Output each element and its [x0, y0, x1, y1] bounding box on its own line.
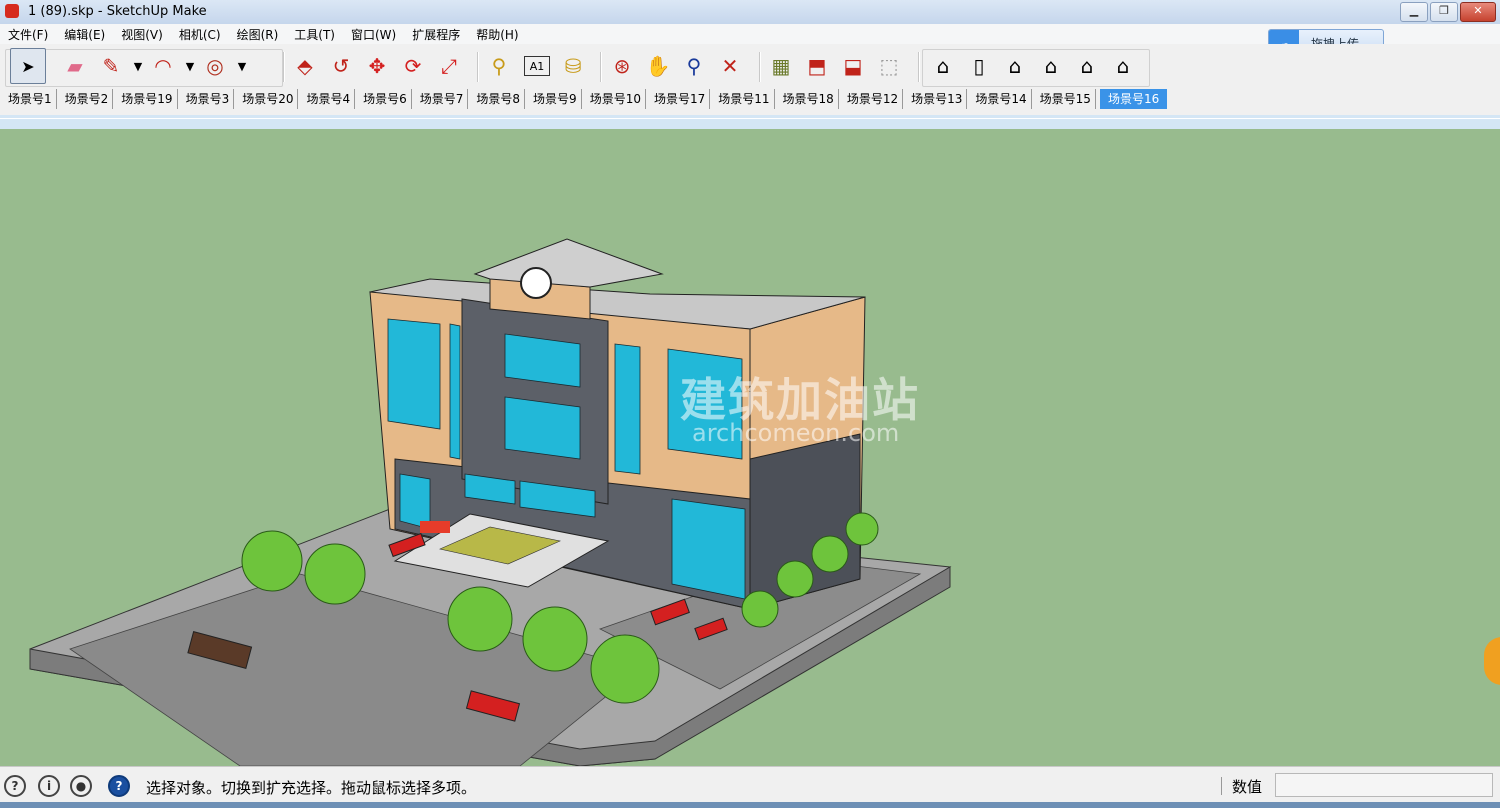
pan-hand-icon[interactable]: ✋	[641, 49, 675, 83]
minimize-button[interactable]: ▁	[1400, 2, 1428, 22]
3d-warehouse-icon[interactable]: ▦	[764, 49, 798, 83]
status-message: 选择对象。切换到扩充选择。拖动鼠标选择多项。	[146, 779, 477, 797]
scene-tab[interactable]: 场景号4	[298, 89, 356, 109]
menu-draw[interactable]: 绘图(R)	[229, 26, 287, 43]
model-viewport[interactable]: 建筑加油站 archcomeon.com	[0, 129, 1500, 766]
measurements-input[interactable]	[1275, 773, 1493, 797]
horizon-line	[0, 118, 1500, 119]
window-title: 1 (89).skp - SketchUp Make	[28, 4, 207, 19]
toolbar-separator	[918, 52, 920, 82]
orbit-icon[interactable]: ⊛	[605, 49, 639, 83]
menu-edit[interactable]: 编辑(E)	[56, 26, 113, 43]
menu-tools[interactable]: 工具(T)	[286, 26, 343, 43]
toolbar-separator	[600, 52, 602, 82]
extension-warehouse-icon[interactable]: ⬚	[872, 49, 906, 83]
zoom-icon[interactable]: ⚲	[677, 49, 711, 83]
scene-tabs: 场景号1 场景号2 场景号19 场景号3 场景号20 场景号4 场景号6 场景号…	[0, 88, 1500, 110]
scene-tab[interactable]: 场景号19	[113, 89, 178, 109]
scene-tab[interactable]: 场景号1	[0, 89, 57, 109]
scene-tab[interactable]: 场景号14	[967, 89, 1032, 109]
back-view-icon[interactable]: ⌂	[1070, 49, 1104, 83]
flags	[420, 521, 450, 533]
scene-tab[interactable]: 场景号7	[412, 89, 469, 109]
arrow-cursor-icon[interactable]: ➤	[10, 48, 46, 84]
scene-tab[interactable]: 场景号20	[234, 89, 299, 109]
arc-icon[interactable]: ◠	[146, 49, 180, 83]
scene-tab[interactable]: 场景号17	[646, 89, 711, 109]
main-toolbar: ➤ ▰ ✎ ▼ ◠ ▼ ◎ ▼ ⬘ ↺ ✥ ⟳ ⤢ ⚲ A1 ⛁ ⊛ ✋ ⚲ ✕…	[0, 44, 1500, 88]
push-pull-icon[interactable]: ⬘	[288, 49, 322, 83]
left-view-icon[interactable]: ⌂	[1106, 49, 1140, 83]
menu-file[interactable]: 文件(F)	[0, 26, 56, 43]
help-icon[interactable]: ?	[108, 775, 130, 797]
scene-tab[interactable]: 场景号9	[525, 89, 582, 109]
menu-view[interactable]: 视图(V)	[113, 26, 171, 43]
toolbar-separator	[759, 52, 761, 82]
clock-icon	[520, 267, 552, 299]
geolocation-icon[interactable]: ?	[4, 775, 26, 797]
pencil-icon[interactable]: ✎	[94, 49, 128, 83]
title-bar: 1 (89).skp - SketchUp Make ▁ ❐ ✕	[0, 0, 1500, 25]
eraser-icon[interactable]: ▰	[58, 49, 92, 83]
right-view-icon[interactable]: ⌂	[1034, 49, 1068, 83]
front-view-icon[interactable]: ⌂	[998, 49, 1032, 83]
user-icon[interactable]: ●	[70, 775, 92, 797]
watermark-url: archcomeon.com	[692, 419, 900, 447]
menu-extensions[interactable]: 扩展程序	[404, 26, 468, 43]
chevron-down-icon[interactable]: ▼	[234, 60, 250, 73]
close-button[interactable]: ✕	[1460, 2, 1496, 22]
menu-camera[interactable]: 相机(C)	[171, 26, 229, 43]
toolbar-separator	[283, 52, 285, 82]
scene-tab[interactable]: 场景号11	[710, 89, 775, 109]
menu-help[interactable]: 帮助(H)	[468, 26, 526, 43]
rotate-icon[interactable]: ⟳	[396, 49, 430, 83]
gable-roof	[473, 238, 664, 288]
info-icon[interactable]: i	[38, 775, 60, 797]
scene-tab[interactable]: 场景号8	[468, 89, 526, 109]
paint-bucket-icon[interactable]: ⛁	[556, 49, 590, 83]
move-icon[interactable]: ✥	[360, 49, 394, 83]
chevron-down-icon[interactable]: ▼	[182, 60, 198, 73]
restore-button[interactable]: ❐	[1430, 2, 1458, 22]
chevron-down-icon[interactable]: ▼	[130, 60, 146, 73]
text-label-icon[interactable]: A1	[524, 56, 550, 76]
scene-tab[interactable]: 场景号10	[582, 89, 646, 109]
scene-tab[interactable]: 场景号13	[903, 89, 968, 109]
measurements-label: 数值	[1232, 778, 1263, 796]
taskbar	[0, 802, 1500, 808]
scene-tab[interactable]: 场景号12	[839, 89, 904, 109]
tape-measure-icon[interactable]: ⚲	[482, 49, 516, 83]
building-model	[29, 238, 952, 766]
sketchup-logo-icon	[5, 4, 19, 18]
scene-tab[interactable]: 场景号18	[775, 89, 839, 109]
toolbar-separator	[477, 52, 479, 82]
scene-tab[interactable]: 场景号6	[355, 89, 412, 109]
window-controls: ▁ ❐ ✕	[1400, 2, 1496, 22]
follow-me-icon[interactable]: ↺	[324, 49, 358, 83]
scene-tab[interactable]: 场景号15	[1032, 89, 1096, 109]
scene-tab-active[interactable]: 场景号16	[1099, 89, 1168, 109]
menu-window[interactable]: 窗口(W)	[343, 26, 404, 43]
status-bar: ? i ● ? 选择对象。切换到扩充选择。拖动鼠标选择多项。 数值	[0, 766, 1500, 803]
get-models-icon[interactable]: ⬓	[836, 49, 870, 83]
iso-view-icon[interactable]: ⌂	[926, 49, 960, 83]
share-model-icon[interactable]: ⬒	[800, 49, 834, 83]
status-separator	[1221, 777, 1222, 795]
zoom-extents-icon[interactable]: ✕	[713, 49, 747, 83]
circle-shape-icon[interactable]: ◎	[198, 49, 232, 83]
scale-icon[interactable]: ⤢	[432, 49, 466, 83]
scene-tab[interactable]: 场景号2	[57, 89, 114, 109]
top-view-icon[interactable]: ▯	[962, 49, 996, 83]
scene-tab[interactable]: 场景号3	[178, 89, 235, 109]
